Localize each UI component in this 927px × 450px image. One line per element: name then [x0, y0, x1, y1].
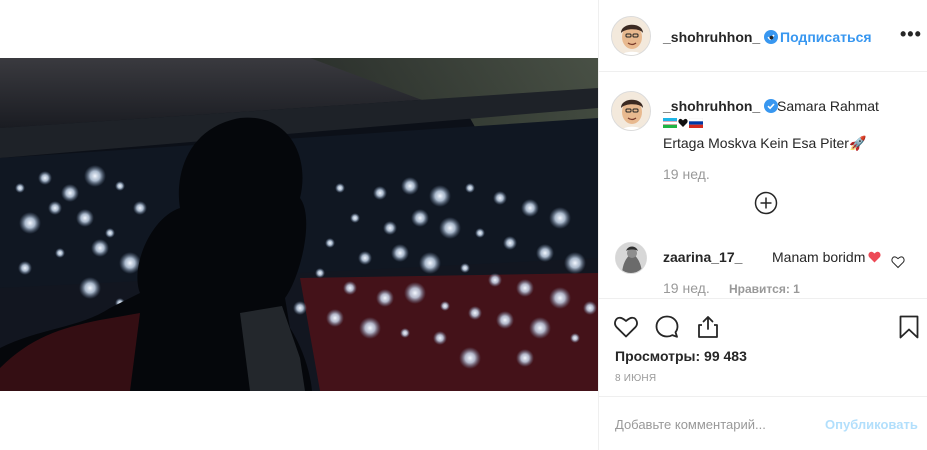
phone-light-glow — [293, 301, 307, 315]
phone-light-glow — [400, 328, 410, 338]
post-sidebar: _shohruhhon_ • Подписаться ••• _shohruhh… — [598, 0, 927, 450]
commenter-username[interactable]: zaarina_17_ — [663, 249, 742, 265]
avatar-photo-image — [616, 243, 646, 273]
phone-light-glow — [84, 165, 106, 187]
add-comment-bar: Добавьте комментарий... Опубликовать — [599, 396, 927, 450]
phone-light-glow — [15, 183, 25, 193]
phone-light-glow — [326, 309, 344, 327]
phone-light-glow — [76, 209, 94, 227]
comment-text: Manam boridm — [772, 249, 881, 265]
phone-light-glow — [429, 185, 451, 207]
post-date[interactable]: 8 ИЮНЯ — [615, 373, 656, 384]
bookmark-icon[interactable] — [896, 314, 922, 340]
uzbekistan-flag-icon — [663, 118, 677, 128]
media-panel — [0, 0, 598, 450]
phone-light-glow — [19, 212, 41, 234]
commenter-avatar[interactable] — [615, 242, 647, 274]
phone-light-glow — [411, 209, 429, 227]
phone-light-glow — [325, 238, 335, 248]
phone-light-glow — [376, 289, 394, 307]
phone-light-glow — [570, 333, 580, 343]
share-icon[interactable] — [695, 314, 721, 340]
phone-light-glow — [583, 301, 597, 315]
phone-light-glow — [536, 244, 554, 262]
phone-light-glow — [391, 244, 409, 262]
phone-light-glow — [465, 183, 475, 193]
post-header: _shohruhhon_ • Подписаться ••• — [599, 0, 927, 72]
phone-light-glow — [521, 199, 539, 217]
publish-button[interactable]: Опубликовать — [825, 417, 918, 432]
avatar-cartoon-image — [612, 17, 650, 55]
caption-username[interactable]: _shohruhhon_ — [663, 98, 779, 114]
red-heart-icon — [868, 251, 881, 263]
phone-light-glow — [516, 279, 534, 297]
phone-light-glow — [373, 186, 387, 200]
phone-light-glow — [475, 228, 485, 238]
caption-username-text[interactable]: _shohruhhon_ — [663, 98, 760, 114]
plus-circle-icon[interactable] — [754, 191, 778, 215]
avatar-cartoon-image — [612, 92, 650, 130]
separator-dot: • — [769, 29, 774, 45]
phone-light-glow — [493, 191, 507, 205]
phone-light-glow — [105, 228, 115, 238]
phone-light-glow — [503, 236, 517, 250]
phone-light-glow — [439, 217, 461, 239]
phone-light-glow — [496, 311, 514, 329]
phone-light-glow — [61, 184, 79, 202]
comment-item: zaarina_17_ Manam boridm 19 нед. Нравитс… — [599, 238, 927, 298]
phone-light-glow — [38, 171, 52, 185]
author-username[interactable]: _shohruhhon_ — [663, 29, 779, 45]
phone-light-glow — [115, 181, 125, 191]
phone-light-glow — [564, 252, 586, 274]
phone-light-glow — [433, 331, 447, 345]
black-heart-icon — [678, 118, 688, 127]
comment-bubble-icon[interactable] — [654, 314, 680, 340]
phone-light-glow — [549, 287, 571, 309]
comment-like-heart-icon[interactable] — [891, 255, 905, 269]
video-frame-image — [0, 58, 598, 391]
phone-light-glow — [91, 239, 109, 257]
phone-light-glow — [119, 252, 141, 274]
phone-light-glow — [440, 301, 450, 311]
phone-light-glow — [383, 221, 397, 235]
caption-text: Samara Rahmat — [777, 98, 879, 114]
author-username-text[interactable]: _shohruhhon_ — [663, 29, 760, 45]
phone-light-glow — [459, 347, 481, 369]
phone-light-glow — [488, 273, 502, 287]
phone-light-glow — [79, 277, 101, 299]
phone-light-glow — [549, 207, 571, 229]
phone-light-glow — [55, 248, 65, 258]
phone-light-glow — [48, 201, 62, 215]
follow-button[interactable]: Подписаться — [780, 29, 872, 45]
caption-timestamp[interactable]: 19 нед. — [663, 166, 710, 182]
caption-text-line2: Ertaga Moskva Kein Esa Piter🚀 — [663, 135, 867, 151]
comment-input[interactable]: Добавьте комментарий... — [615, 417, 766, 432]
more-options-icon[interactable]: ••• — [900, 24, 922, 45]
phone-light-glow — [350, 213, 360, 223]
phone-light-glow — [358, 251, 372, 265]
phone-light-glow — [529, 317, 551, 339]
phone-light-glow — [401, 177, 419, 195]
phone-light-glow — [404, 282, 426, 304]
comment-timestamp[interactable]: 19 нед. — [663, 280, 710, 296]
phone-light-glow — [468, 306, 482, 320]
phone-light-glow — [359, 317, 381, 339]
phone-light-glow — [343, 281, 357, 295]
phone-light-glow — [460, 263, 470, 273]
caption-emoji-flags — [663, 118, 703, 128]
russia-flag-icon — [689, 118, 703, 128]
phone-light-glow — [315, 268, 325, 278]
author-avatar[interactable] — [611, 16, 651, 56]
phone-light-glow — [133, 201, 147, 215]
phone-light-glow — [335, 183, 345, 193]
phone-light-glow — [18, 261, 32, 275]
view-count: Просмотры: 99 483 — [615, 348, 747, 364]
heart-icon[interactable] — [613, 314, 639, 340]
comment-likes-count[interactable]: Нравится: 1 — [729, 282, 800, 296]
phone-light-glow — [419, 252, 441, 274]
video-player[interactable] — [0, 58, 598, 391]
caption-avatar[interactable] — [611, 91, 651, 131]
comment-text-body: Manam boridm — [772, 249, 866, 265]
phone-light-glow — [516, 349, 534, 367]
